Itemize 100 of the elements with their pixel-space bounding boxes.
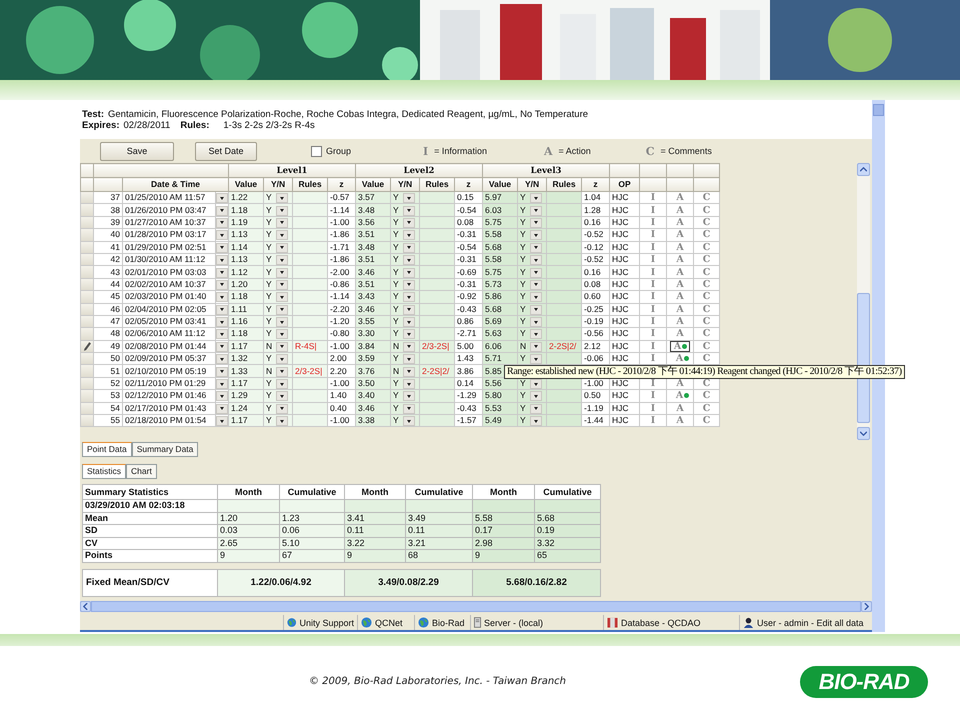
dropdown-button[interactable] bbox=[276, 366, 288, 376]
dropdown-button[interactable] bbox=[402, 206, 415, 216]
dropdown-button[interactable] bbox=[276, 416, 288, 426]
information-button[interactable]: I bbox=[650, 415, 656, 426]
information-button[interactable]: I bbox=[650, 328, 656, 340]
information-button[interactable]: I bbox=[650, 340, 656, 352]
dropdown-button[interactable] bbox=[216, 366, 228, 376]
dropdown-button[interactable] bbox=[530, 379, 542, 389]
dropdown-button[interactable] bbox=[530, 342, 542, 352]
tab[interactable]: Statistics bbox=[82, 464, 126, 479]
dropdown-button[interactable] bbox=[530, 292, 542, 302]
scroll-right-button[interactable] bbox=[861, 601, 872, 612]
dropdown-button[interactable] bbox=[276, 280, 288, 290]
scroll-left-button[interactable] bbox=[80, 601, 91, 612]
information-button[interactable]: I bbox=[650, 378, 656, 390]
information-button[interactable]: I bbox=[650, 192, 656, 204]
tab[interactable]: Point Data bbox=[82, 442, 132, 457]
dropdown-button[interactable] bbox=[402, 193, 415, 203]
information-button[interactable]: I bbox=[650, 390, 656, 402]
row-selector[interactable] bbox=[82, 341, 92, 352]
information-button[interactable]: I bbox=[650, 278, 656, 290]
dropdown-button[interactable] bbox=[402, 391, 415, 402]
dropdown-button[interactable] bbox=[216, 255, 228, 265]
dropdown-button[interactable] bbox=[216, 304, 228, 314]
dropdown-button[interactable] bbox=[403, 342, 416, 352]
dropdown-button[interactable] bbox=[216, 292, 228, 302]
dropdown-button[interactable] bbox=[276, 218, 288, 228]
dropdown-button[interactable] bbox=[530, 280, 542, 290]
dropdown-button[interactable] bbox=[216, 268, 228, 278]
dropdown-button[interactable] bbox=[530, 354, 542, 364]
dropdown-button[interactable] bbox=[402, 280, 415, 290]
dropdown-button[interactable] bbox=[402, 329, 415, 340]
information-button[interactable]: I bbox=[650, 229, 656, 240]
dropdown-button[interactable] bbox=[530, 193, 542, 203]
dropdown-button[interactable] bbox=[402, 218, 415, 228]
dropdown-button[interactable] bbox=[276, 193, 288, 203]
dropdown-button[interactable] bbox=[402, 404, 415, 414]
dropdown-button[interactable] bbox=[402, 317, 415, 327]
information-button[interactable]: I bbox=[650, 402, 656, 414]
tab[interactable]: Chart bbox=[126, 464, 157, 479]
dropdown-button[interactable] bbox=[276, 292, 288, 302]
dropdown-button[interactable] bbox=[402, 379, 415, 389]
dropdown-button[interactable] bbox=[216, 242, 228, 252]
scroll-up-button[interactable] bbox=[857, 163, 870, 176]
dropdown-button[interactable] bbox=[216, 280, 228, 290]
dropdown-button[interactable] bbox=[216, 416, 228, 426]
dropdown-button[interactable] bbox=[402, 255, 415, 265]
dropdown-button[interactable] bbox=[276, 268, 288, 278]
dropdown-button[interactable] bbox=[402, 354, 415, 364]
tab[interactable]: Summary Data bbox=[132, 442, 198, 457]
dropdown-button[interactable] bbox=[530, 268, 542, 278]
dropdown-button[interactable] bbox=[276, 255, 288, 265]
dropdown-button[interactable] bbox=[530, 218, 542, 228]
save-button[interactable]: Save bbox=[100, 142, 174, 160]
dropdown-button[interactable] bbox=[276, 391, 288, 402]
action-button[interactable]: A bbox=[670, 340, 690, 352]
dropdown-button[interactable] bbox=[530, 404, 542, 414]
dropdown-button[interactable] bbox=[276, 329, 288, 340]
dropdown-button[interactable] bbox=[276, 242, 288, 252]
dropdown-button[interactable] bbox=[530, 317, 542, 327]
dropdown-button[interactable] bbox=[402, 230, 415, 240]
dropdown-button[interactable] bbox=[403, 366, 416, 376]
dropdown-button[interactable] bbox=[216, 329, 228, 340]
scrollbar-thumb[interactable] bbox=[873, 104, 884, 116]
dropdown-button[interactable] bbox=[216, 218, 228, 228]
dropdown-button[interactable] bbox=[402, 416, 415, 426]
information-button[interactable]: I bbox=[650, 304, 656, 315]
dropdown-button[interactable] bbox=[276, 342, 288, 352]
dropdown-button[interactable] bbox=[216, 317, 228, 327]
dropdown-button[interactable] bbox=[402, 304, 415, 314]
dropdown-button[interactable] bbox=[530, 391, 542, 402]
dropdown-button[interactable] bbox=[216, 391, 228, 402]
dropdown-button[interactable] bbox=[276, 379, 288, 389]
dropdown-button[interactable] bbox=[276, 317, 288, 327]
dropdown-button[interactable] bbox=[530, 242, 542, 252]
dropdown-button[interactable] bbox=[530, 329, 542, 340]
dropdown-button[interactable] bbox=[216, 354, 228, 364]
dropdown-button[interactable] bbox=[276, 304, 288, 314]
dropdown-button[interactable] bbox=[530, 255, 542, 265]
dropdown-button[interactable] bbox=[276, 230, 288, 240]
dropdown-button[interactable] bbox=[402, 268, 415, 278]
dropdown-button[interactable] bbox=[530, 416, 542, 426]
scroll-down-button[interactable] bbox=[857, 427, 870, 440]
information-button[interactable]: I bbox=[650, 353, 656, 364]
dropdown-button[interactable] bbox=[216, 379, 228, 389]
set-date-button[interactable]: Set Date bbox=[195, 142, 257, 160]
dropdown-button[interactable] bbox=[216, 404, 228, 414]
dropdown-button[interactable] bbox=[276, 404, 288, 414]
information-button[interactable]: I bbox=[650, 254, 656, 266]
dropdown-button[interactable] bbox=[216, 230, 228, 240]
dropdown-button[interactable] bbox=[276, 206, 288, 216]
dropdown-button[interactable] bbox=[402, 242, 415, 252]
information-button[interactable]: I bbox=[650, 216, 656, 228]
information-button[interactable]: I bbox=[650, 266, 656, 278]
dropdown-button[interactable] bbox=[276, 354, 288, 364]
information-button[interactable]: I bbox=[650, 316, 656, 328]
dropdown-button[interactable] bbox=[530, 206, 542, 216]
dropdown-button[interactable] bbox=[216, 206, 228, 216]
dropdown-button[interactable] bbox=[216, 342, 228, 352]
dropdown-button[interactable] bbox=[530, 230, 542, 240]
